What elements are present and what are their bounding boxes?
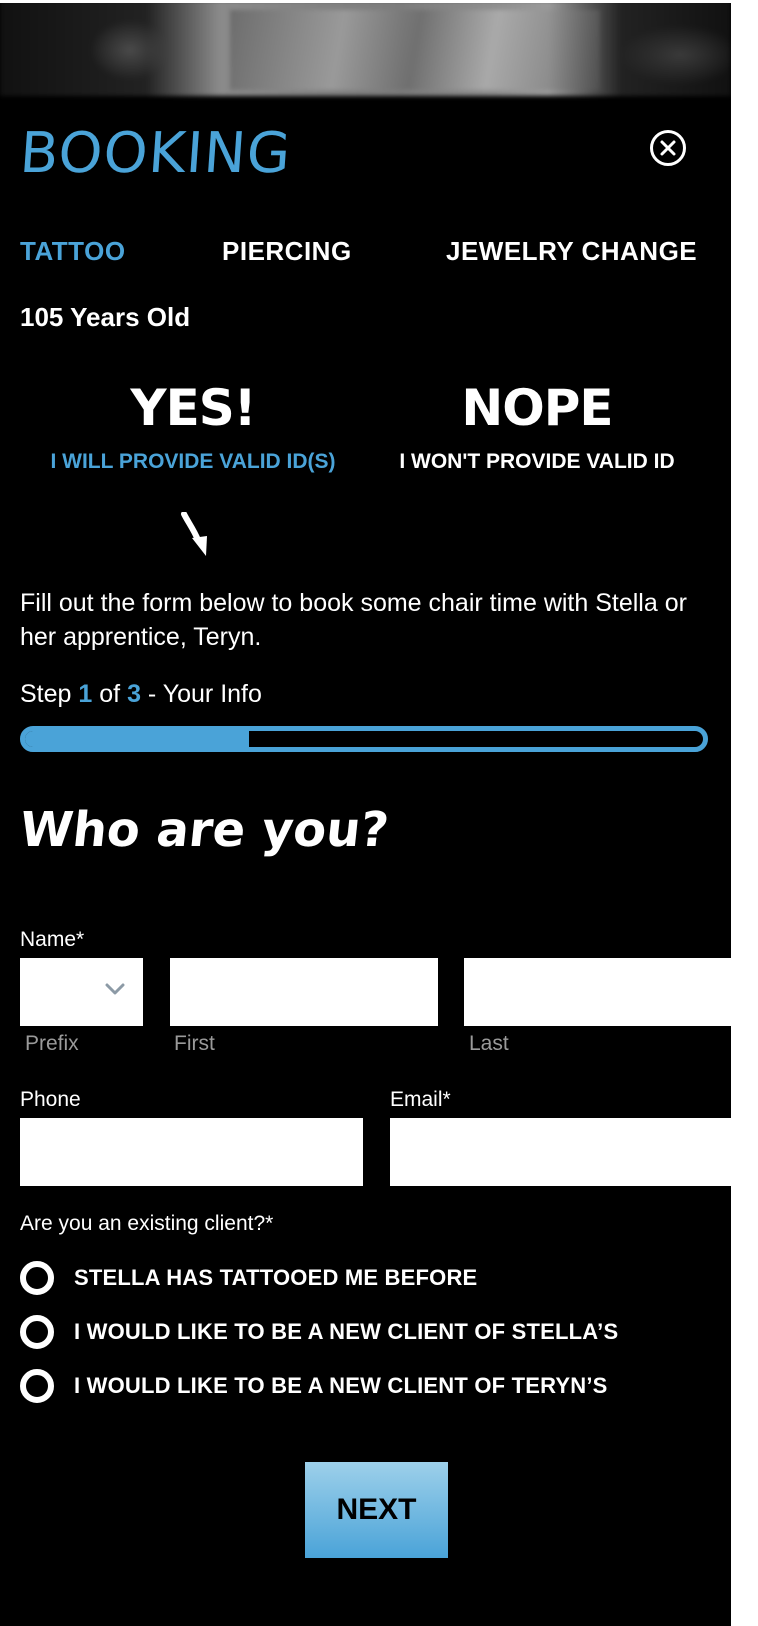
id-yes-title: YES! (130, 379, 256, 437)
id-no-title: NOPE (461, 379, 613, 437)
radio-label: I WOULD LIKE TO BE A NEW CLIENT OF TERYN… (74, 1373, 608, 1398)
radio-label: STELLA HAS TATTOOED ME BEFORE (74, 1265, 478, 1290)
top-border (0, 0, 731, 3)
age-text: 105 Years Old (20, 302, 191, 332)
progress-bar (20, 726, 708, 752)
tab-tattoo[interactable]: TATTOO (20, 236, 126, 267)
radio-option-new-teryn[interactable]: I WOULD LIKE TO BE A NEW CLIENT OF TERYN… (20, 1368, 608, 1404)
step-current: 1 (78, 680, 93, 708)
radio-option-new-stella[interactable]: I WOULD LIKE TO BE A NEW CLIENT OF STELL… (20, 1314, 618, 1350)
step-indicator: Step 1 of 3 - Your Info (20, 680, 262, 709)
step-suffix: - Your Info (147, 680, 262, 708)
prefix-sublabel: Prefix (25, 1032, 79, 1055)
step-prefix: Step (20, 680, 72, 708)
intro-text: Fill out the form below to book some cha… (20, 589, 687, 651)
email-input[interactable] (390, 1118, 733, 1186)
radio-option-stella-before[interactable]: STELLA HAS TATTOOED ME BEFORE (20, 1260, 477, 1296)
arrow-down-icon (181, 512, 207, 556)
phone-input[interactable] (20, 1118, 363, 1186)
modal-title: BOOKING (17, 121, 294, 186)
existing-client-question: Are you an existing client?* (20, 1212, 274, 1235)
radio-button[interactable] (20, 1369, 54, 1403)
close-icon (660, 140, 676, 156)
booking-tabs: TATTOO PIERCING JEWELRY CHANGE (20, 236, 710, 266)
last-name-input[interactable] (464, 958, 733, 1026)
next-button[interactable]: NEXT (305, 1462, 448, 1558)
radio-button[interactable] (20, 1261, 54, 1295)
id-no-subtitle: I WON'T PROVIDE VALID ID (399, 450, 675, 473)
scrollbar-track[interactable] (731, 0, 758, 1626)
phone-label: Phone (20, 1088, 81, 1111)
email-label: Email* (390, 1088, 451, 1111)
first-name-input[interactable] (170, 958, 438, 1026)
step-of: of (99, 680, 121, 708)
id-yes-subtitle: I WILL PROVIDE VALID ID(S) (50, 450, 336, 473)
id-yes-option[interactable]: YES! I WILL PROVIDE VALID ID(S) (43, 378, 343, 473)
radio-button[interactable] (20, 1315, 54, 1349)
header-background-image (0, 0, 731, 96)
tab-jewelry-change[interactable]: JEWELRY CHANGE (446, 236, 697, 267)
step-total: 3 (127, 680, 141, 708)
progress-fill (25, 731, 249, 747)
form-heading: Who are you? (17, 802, 392, 858)
prefix-select[interactable] (20, 958, 143, 1026)
chevron-down-icon (105, 983, 125, 995)
tab-piercing[interactable]: PIERCING (222, 236, 352, 267)
name-label: Name* (20, 928, 85, 951)
id-no-option[interactable]: NOPE I WON'T PROVIDE VALID ID (387, 378, 687, 473)
first-sublabel: First (174, 1032, 215, 1055)
last-sublabel: Last (469, 1032, 509, 1055)
radio-label: I WOULD LIKE TO BE A NEW CLIENT OF STELL… (74, 1319, 619, 1344)
close-circle-icon[interactable] (650, 130, 686, 166)
